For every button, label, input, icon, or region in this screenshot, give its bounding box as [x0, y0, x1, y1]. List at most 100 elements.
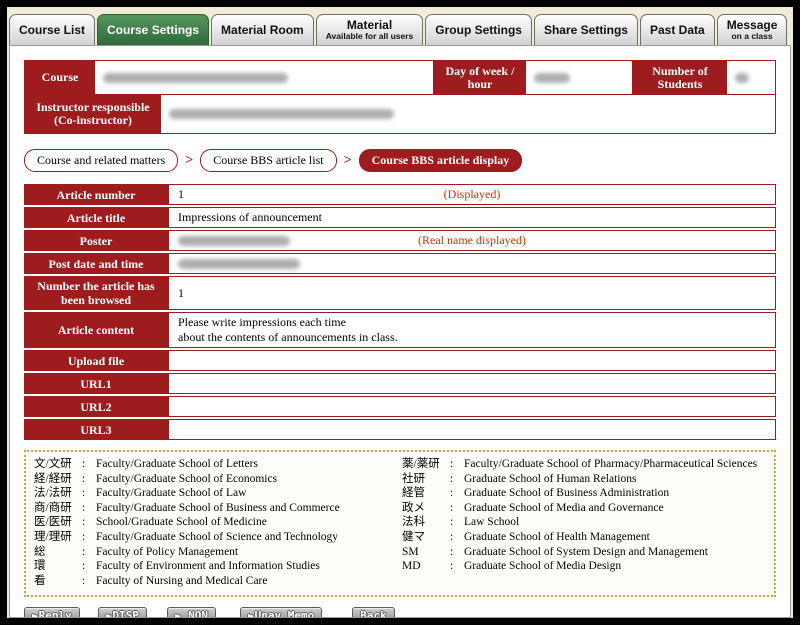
tab-bar: Course List Course Settings Material Roo… [7, 7, 793, 45]
row-article-title: Article title Impressions of announcemen… [24, 207, 776, 228]
tab-label: Group Settings [435, 24, 522, 37]
row-label: URL1 [24, 373, 168, 394]
legend-item: 商/商研:Faculty/Graduate School of Business… [34, 501, 402, 516]
tab-message[interactable]: Messageon a class [717, 14, 788, 45]
row-value [168, 373, 776, 394]
redacted-poster-value [178, 236, 290, 246]
reply-button[interactable]: ►Reply [24, 607, 80, 618]
legend-name: Faculty/Graduate School of Business and … [96, 501, 340, 516]
course-header-table: Course Day of week / hour Number of Stud… [24, 60, 776, 134]
unav-memo-button[interactable]: ►Unav Memo [240, 607, 322, 618]
row-label: Article content [24, 312, 168, 348]
instructor-value [161, 95, 775, 133]
content-panel: Course Day of week / hour Number of Stud… [9, 45, 791, 618]
row-url3: URL3 [24, 419, 776, 440]
legend-colon: : [82, 574, 96, 589]
tab-material[interactable]: MaterialAvailable for all users [316, 14, 424, 45]
tab-label: Past Data [650, 24, 705, 37]
legend-item: 看:Faculty of Nursing and Medical Care [34, 574, 402, 589]
legend-abbr: 法科 [402, 515, 450, 530]
bottom-button-bar: ►Reply ►DISP ► NON ►Unav Memo Back [24, 607, 790, 618]
tab-share-settings[interactable]: Share Settings [534, 14, 638, 45]
course-label: Course [25, 61, 95, 94]
number-of-students-label: Number of Students [633, 61, 727, 94]
row-poster: Poster (Real name displayed) [24, 230, 776, 251]
row-value: Impressions of announcement [168, 207, 776, 228]
tab-sublabel: Available for all users [326, 32, 414, 41]
legend-left-column: 文/文研:Faculty/Graduate School of Letters … [34, 457, 402, 588]
page-background: Course List Course Settings Material Roo… [7, 7, 793, 618]
tab-past-data[interactable]: Past Data [640, 14, 715, 45]
row-label: URL3 [24, 419, 168, 440]
breadcrumb-course-related-matters[interactable]: Course and related matters [24, 149, 178, 172]
legend-abbr: 環 [34, 559, 82, 574]
redacted-post-date-value [178, 259, 300, 269]
legend-colon: : [450, 486, 464, 501]
tab-label: Course List [19, 24, 85, 37]
row-times-browsed: Number the article has been browsed 1 [24, 276, 776, 310]
legend-item: 医/医研:School/Graduate School of Medicine [34, 515, 402, 530]
tab-course-settings[interactable]: Course Settings [97, 14, 209, 45]
legend-colon: : [82, 457, 96, 472]
tab-course-list[interactable]: Course List [9, 14, 95, 45]
day-of-week-value [526, 61, 633, 94]
legend-right-column: 薬/薬研:Faculty/Graduate School of Pharmacy… [402, 457, 766, 588]
legend-name: Faculty/Graduate School of Letters [96, 457, 258, 472]
legend-name: Faculty of Policy Management [96, 545, 238, 560]
row-value: (Real name displayed) [168, 230, 776, 251]
row-label: Poster [24, 230, 168, 251]
legend-abbr: MD [402, 559, 450, 574]
legend-item: 経管:Graduate School of Business Administr… [402, 486, 766, 501]
legend-colon: : [450, 530, 464, 545]
redacted-day-value [534, 73, 570, 83]
back-button[interactable]: Back [352, 607, 395, 618]
legend-colon: : [82, 486, 96, 501]
legend-colon: : [450, 501, 464, 516]
legend-abbr: 法/法研 [34, 486, 82, 501]
row-post-date: Post date and time [24, 253, 776, 274]
legend-abbr: SM [402, 545, 450, 560]
legend-name: Faculty/Graduate School of Law [96, 486, 246, 501]
row-label: Post date and time [24, 253, 168, 274]
legend-name: Graduate School of Human Relations [464, 472, 636, 487]
breadcrumb-course-bbs-article-list[interactable]: Course BBS article list [200, 149, 336, 172]
legend-colon: : [82, 515, 96, 530]
redacted-instructor-value [169, 109, 394, 119]
legend-colon: : [82, 530, 96, 545]
legend-name: Faculty of Environment and Information S… [96, 559, 320, 574]
legend-colon: : [82, 545, 96, 560]
real-name-annotation: (Real name displayed) [418, 233, 526, 248]
article-table: Article number 1(Displayed) Article titl… [24, 184, 776, 440]
legend-colon: : [82, 472, 96, 487]
legend-item: SM:Graduate School of System Design and … [402, 545, 766, 560]
non-button[interactable]: ► NON [167, 607, 216, 618]
course-value [95, 61, 434, 94]
legend-abbr: 経管 [402, 486, 450, 501]
tab-material-room[interactable]: Material Room [211, 14, 314, 45]
article-number-value: 1 [178, 187, 184, 202]
legend-name: Faculty of Nursing and Medical Care [96, 574, 268, 589]
tab-label: Share Settings [544, 24, 628, 37]
legend-abbr: 経/経研 [34, 472, 82, 487]
legend-colon: : [450, 559, 464, 574]
row-label: URL2 [24, 396, 168, 417]
tab-group-settings[interactable]: Group Settings [425, 14, 532, 45]
breadcrumb-course-bbs-article-display: Course BBS article display [359, 149, 523, 172]
legend-name: Graduate School of System Design and Man… [464, 545, 708, 560]
legend-name: Faculty/Graduate School of Pharmacy/Phar… [464, 457, 757, 472]
row-article-content: Article content Please write impressions… [24, 312, 776, 348]
legend-item: MD:Graduate School of Media Design [402, 559, 766, 574]
legend-abbr: 商/商研 [34, 501, 82, 516]
legend-abbr: 総 [34, 545, 82, 560]
legend-abbr: 健マ [402, 530, 450, 545]
row-value [168, 396, 776, 417]
legend-item: 健マ:Graduate School of Health Management [402, 530, 766, 545]
breadcrumb: Course and related matters > Course BBS … [24, 149, 790, 172]
tab-sublabel: on a class [731, 32, 772, 41]
displayed-annotation: (Displayed) [444, 187, 501, 202]
row-upload-file: Upload file [24, 350, 776, 371]
redacted-students-value [735, 73, 749, 83]
number-of-students-value [727, 61, 775, 94]
disp-button[interactable]: ►DISP [98, 607, 147, 618]
row-article-number: Article number 1(Displayed) [24, 184, 776, 205]
